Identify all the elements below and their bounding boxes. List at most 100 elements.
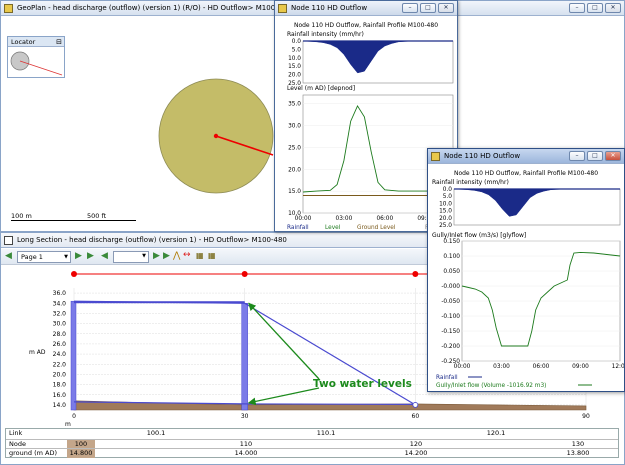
- scale-label-m: 100 m: [11, 212, 32, 220]
- scale-label-ft: 500 ft: [87, 212, 107, 220]
- y-tick-label: 15.0: [288, 189, 301, 195]
- y-tick-label: 30.0: [288, 124, 301, 130]
- x-tick-label: 06:00: [533, 364, 550, 370]
- node-marker: [241, 271, 248, 277]
- table-cell: 14.800: [67, 449, 95, 458]
- play-icon[interactable]: ▶: [87, 251, 94, 261]
- minimize-button[interactable]: –: [569, 151, 585, 161]
- level-axis-label: Level (m AD) [depnod]: [287, 85, 355, 92]
- table-row: Node 100 110 120 130: [6, 438, 618, 449]
- page-select[interactable]: Page 1 ▼: [17, 251, 71, 263]
- node-window-1-title: Node 110 HD Outflow: [291, 4, 368, 12]
- close-button[interactable]: ✕: [605, 3, 621, 13]
- x-tick-label: 90: [582, 413, 590, 420]
- rain-axis-label: Rainfall intensity (mm/hr): [432, 179, 509, 186]
- x-tick-label: 30: [241, 413, 249, 420]
- first-page-icon[interactable]: ◀: [5, 251, 12, 261]
- table-cell: 120.1: [486, 429, 506, 437]
- geoplan-window-buttons[interactable]: – □ ✕: [569, 3, 621, 13]
- table-icon[interactable]: ▦: [208, 251, 216, 260]
- node-marker: [71, 271, 77, 277]
- y-tick-label: 34.0: [53, 300, 67, 307]
- rain-y-tick-label: 0.0: [292, 39, 302, 45]
- rain-y-tick-label: 0.0: [443, 187, 453, 193]
- legend-label: Level: [325, 225, 341, 231]
- step-back-icon[interactable]: ▶: [163, 251, 170, 261]
- x-axis-unit: m: [65, 421, 71, 428]
- x-tick-label: 03:00: [336, 216, 353, 222]
- maximize-button[interactable]: □: [587, 3, 603, 13]
- y-tick-label: -0.100: [441, 314, 460, 320]
- rewind-icon[interactable]: ◀: [101, 251, 108, 261]
- stretch-icon[interactable]: ↔: [183, 250, 191, 260]
- node-window-2-chart[interactable]: Node 110 HD Outflow, Rainfall Profile M1…: [428, 165, 624, 391]
- minimize-button[interactable]: –: [402, 3, 418, 13]
- node-120-point: [412, 402, 419, 408]
- chevron-down-icon: ▼: [64, 254, 68, 260]
- y-tick-label: 0.150: [443, 239, 460, 245]
- x-tick-label: 06:00: [376, 216, 393, 222]
- scale-line: [11, 220, 136, 221]
- y-tick-label: 26.0: [53, 341, 67, 348]
- y-tick-label: 22.0: [53, 361, 67, 368]
- chart-title: Node 110 HD Outflow, Rainfall Profile M1…: [454, 170, 598, 177]
- node-window-2-buttons[interactable]: – □ ✕: [569, 151, 621, 161]
- manhole-110: [241, 303, 248, 411]
- step-forward-icon[interactable]: ▶: [153, 251, 160, 261]
- node-window-2[interactable]: Node 110 HD Outflow – □ ✕ Node 110 HD Ou…: [427, 148, 625, 392]
- x-tick-label: 00:00: [454, 364, 471, 370]
- legend-rain: Rainfall: [436, 375, 458, 381]
- close-button[interactable]: ✕: [438, 3, 454, 13]
- chevron-down-icon: ▼: [142, 253, 146, 259]
- table-cell: 14.200: [404, 449, 428, 457]
- table-row-label: ground (m AD): [9, 449, 57, 457]
- rain-y-tick-label: 10.0: [439, 201, 452, 207]
- geoplan-app-icon: [4, 4, 13, 13]
- grid-icon[interactable]: ▦: [196, 251, 204, 260]
- profile-icon[interactable]: ⋀: [173, 251, 180, 261]
- rain-y-tick-label: 20.0: [288, 73, 301, 79]
- chart-app-icon: [278, 4, 287, 13]
- minimize-button[interactable]: –: [569, 3, 585, 13]
- table-row-label: Link: [9, 429, 23, 437]
- y-tick-label: -0.200: [441, 344, 460, 350]
- time-select[interactable]: ▼: [113, 251, 149, 263]
- table-cell: 13.800: [566, 449, 590, 457]
- scale-bar: 100 m 500 ft: [11, 212, 136, 222]
- y-tick-label: -0.150: [441, 329, 460, 335]
- annotation-text: Two water levels: [313, 378, 412, 390]
- legend-label: Ground Level: [357, 225, 396, 231]
- node-window-2-title: Node 110 HD Outflow: [444, 152, 521, 160]
- close-button[interactable]: ✕: [605, 151, 621, 161]
- maximize-button[interactable]: □: [420, 3, 436, 13]
- y-tick-label: 35.0: [288, 102, 301, 108]
- y-tick-label: 20.0: [53, 371, 67, 378]
- x-tick-label: 12:00: [612, 364, 624, 370]
- long-section-app-icon: [4, 236, 13, 245]
- next-page-icon[interactable]: ▶: [75, 251, 82, 261]
- y-tick-label: 30.0: [53, 321, 67, 328]
- node-marker: [213, 133, 219, 139]
- y-tick-label: 0.100: [443, 254, 460, 260]
- chart-title: Node 110 HD Outflow, Rainfall Profile M1…: [294, 22, 438, 29]
- maximize-button[interactable]: □: [587, 151, 603, 161]
- y-tick-label: 16.0: [53, 392, 67, 399]
- rain-y-tick-label: 15.0: [439, 209, 452, 215]
- x-tick-label: 03:00: [493, 364, 510, 370]
- geoplan-title: GeoPlan - head discharge (outflow) (vers…: [17, 4, 292, 12]
- x-tick-label: 09:00: [572, 364, 589, 370]
- chart-app-icon: [431, 152, 440, 161]
- y-tick-label: -0.050: [441, 299, 460, 305]
- node-window-1-buttons[interactable]: – □ ✕: [402, 3, 454, 13]
- annotation-arrow-lower: [247, 387, 320, 406]
- table-cell: 100.1: [146, 429, 166, 437]
- y-axis-label: m AD: [29, 349, 46, 356]
- manhole-100: [70, 300, 77, 411]
- rain-y-tick-label: 10.0: [288, 56, 301, 62]
- x-tick-label: 0: [72, 413, 76, 420]
- rain-y-tick-label: 5.0: [292, 47, 302, 53]
- legend-label: Rainfall: [287, 225, 309, 231]
- y-tick-label: 25.0: [288, 145, 301, 151]
- y-tick-label: 32.0: [53, 310, 67, 317]
- table-cell: 110.1: [316, 429, 336, 437]
